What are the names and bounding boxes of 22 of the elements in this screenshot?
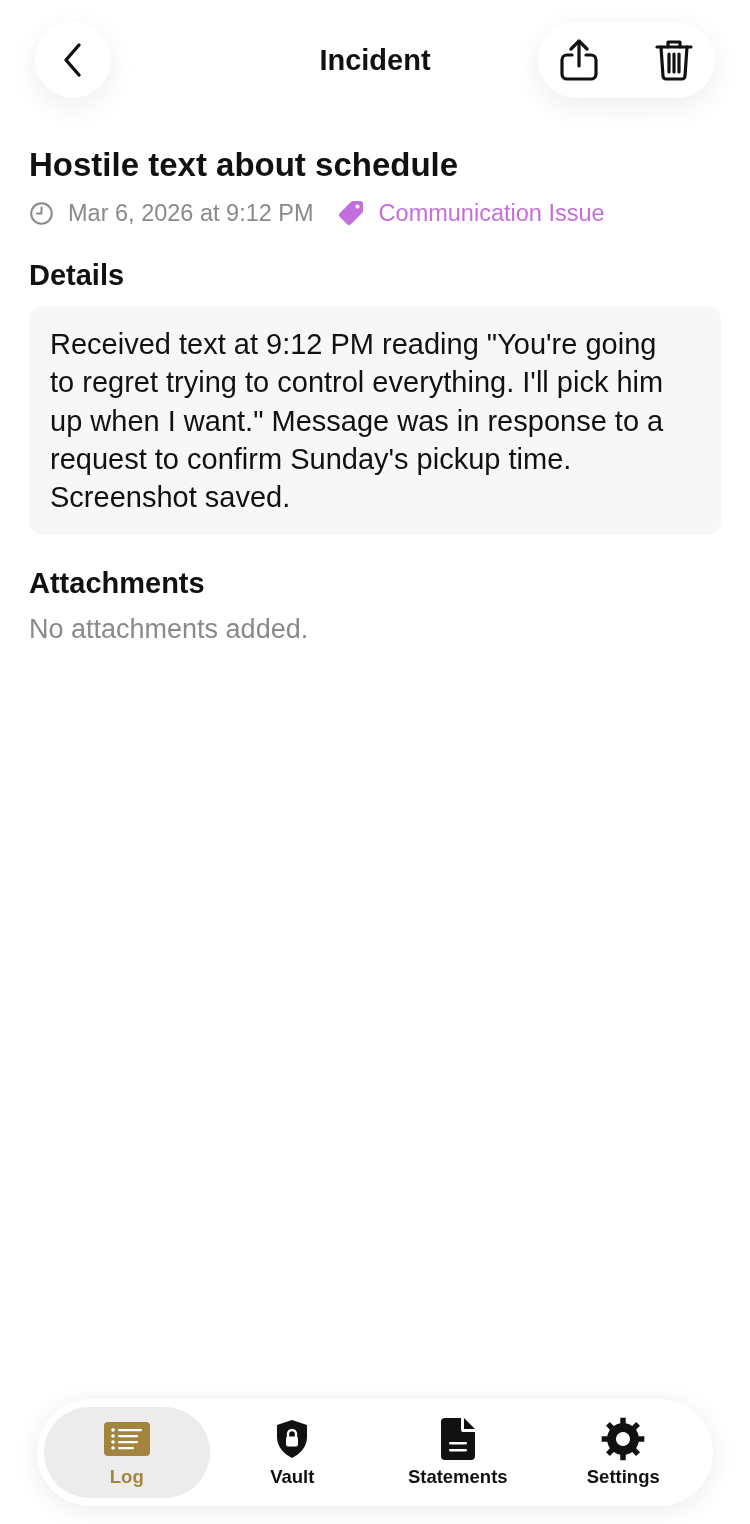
tab-button[interactable]: Vault — [209, 1407, 375, 1498]
tag-icon — [337, 200, 364, 226]
tab-button[interactable]: Statements — [375, 1407, 541, 1498]
page-title: Incident — [319, 43, 431, 77]
document-icon — [440, 1418, 475, 1460]
section-heading: Details — [29, 258, 126, 292]
category-label: Communication Issue — [378, 199, 605, 227]
details-text: Received text at 9:12 PM reading "You're going to regret trying to control everything. I'll pick him up when I want." Message was in response to a request to confirm Sunday's pickup time. Screenshot saved. — [50, 327, 665, 516]
clock-icon — [30, 201, 53, 225]
list-icon — [103, 1422, 150, 1456]
timestamp-text: Mar 6, 2026 at 9:12 PM — [68, 199, 314, 227]
trash-icon — [655, 39, 693, 81]
share-button[interactable] — [560, 39, 598, 81]
chevron-left-icon — [62, 42, 84, 78]
settings-icon — [601, 1417, 646, 1461]
delete-button[interactable] — [655, 39, 693, 81]
shield-lock-icon — [276, 1420, 309, 1458]
tab-button[interactable]: Settings — [540, 1407, 706, 1498]
share-icon — [560, 39, 598, 81]
section-heading: Attachments — [29, 566, 206, 601]
incident-title: Hostile text about schedule — [29, 145, 460, 185]
empty-attachments-text: No attachments added. — [29, 613, 310, 646]
